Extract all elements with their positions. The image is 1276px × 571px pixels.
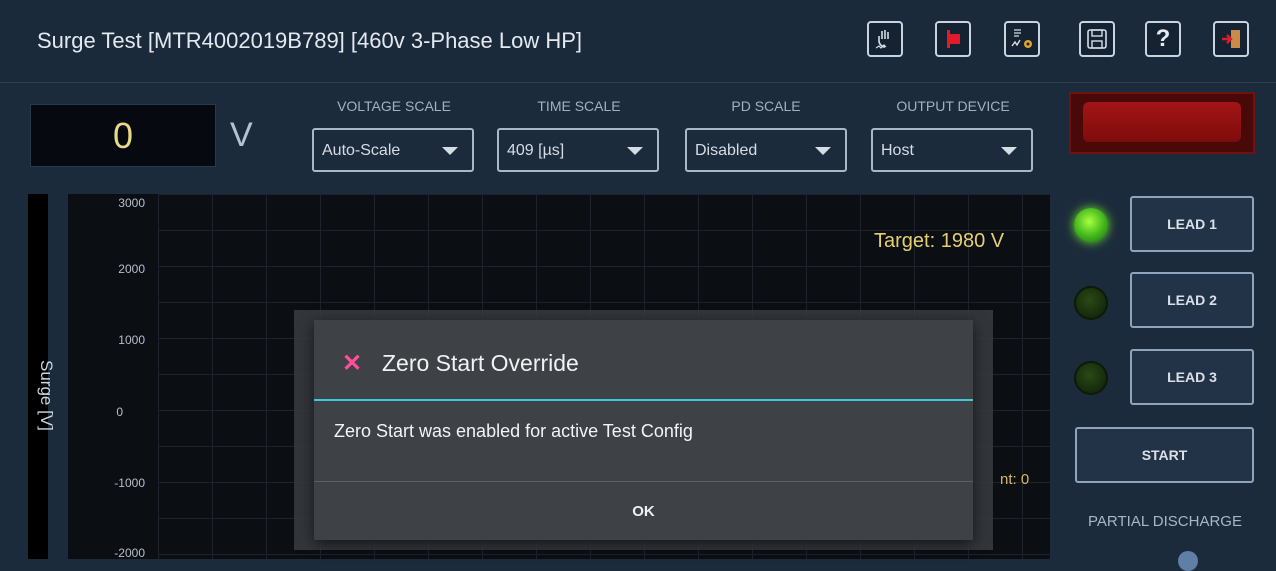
lead3-button[interactable]: LEAD 3 (1130, 349, 1254, 405)
time-scale-label: TIME SCALE (537, 98, 621, 114)
help-icon[interactable]: ? (1145, 21, 1181, 57)
lead1-status-led (1074, 208, 1108, 242)
pd-scale-value: Disabled (695, 142, 758, 159)
lead2-button[interactable]: LEAD 2 (1130, 272, 1254, 328)
y-tick: -2000 (114, 546, 145, 560)
alarm-indicator-light (1083, 102, 1241, 142)
voltage-unit: V (230, 116, 253, 154)
pd-scale-select[interactable]: Disabled (685, 128, 847, 172)
exit-icon[interactable] (1213, 21, 1249, 57)
y-tick: 1000 (118, 333, 145, 347)
output-device-value: Host (881, 142, 914, 159)
target-voltage-label: Target: 1980 V (874, 230, 1005, 252)
voltage-scale-select[interactable]: Auto-Scale (312, 128, 474, 172)
save-icon[interactable] (1079, 21, 1115, 57)
y-tick: 3000 (118, 196, 145, 210)
dialog-message: Zero Start was enabled for active Test C… (334, 421, 693, 441)
lead-marker-icon[interactable] (935, 21, 971, 57)
y-tick: -1000 (114, 476, 145, 490)
waveform-settings-icon[interactable] (1004, 21, 1040, 57)
voltage-scale-label: VOLTAGE SCALE (337, 98, 451, 114)
hand-waveform-icon[interactable] (867, 21, 903, 57)
page-title: Surge Test [MTR4002019B789] [460v 3-Phas… (37, 28, 583, 53)
output-device-select[interactable]: Host (871, 128, 1033, 172)
lead2-status-led (1074, 286, 1108, 320)
lead3-status-led (1074, 361, 1108, 395)
partial-discharge-toggle[interactable] (1178, 551, 1198, 571)
voltage-readout: 0 (30, 104, 216, 167)
title-bar: Surge Test [MTR4002019B789] [460v 3-Phas… (0, 0, 1276, 83)
start-button[interactable]: START (1075, 427, 1254, 483)
alarm-indicator-button[interactable] (1069, 92, 1255, 154)
output-device-label: OUTPUT DEVICE (896, 98, 1010, 114)
close-icon[interactable]: ✕ (342, 349, 362, 378)
ok-button[interactable]: OK (314, 482, 973, 540)
zero-start-dialog: ✕ Zero Start Override Zero Start was ena… (314, 320, 973, 540)
lead1-button[interactable]: LEAD 1 (1130, 196, 1254, 252)
pd-scale-label: PD SCALE (731, 98, 801, 114)
partial-discharge-label: PARTIAL DISCHARGE (1088, 513, 1242, 530)
y-axis-label: Surge [V] (37, 360, 56, 431)
count-label: nt: 0 (1000, 471, 1030, 488)
voltage-scale-value: Auto-Scale (322, 142, 401, 159)
dialog-title: Zero Start Override (382, 350, 579, 376)
time-scale-value: 409 [µs] (507, 142, 565, 159)
chevron-down-icon (815, 147, 831, 155)
dialog-divider (314, 399, 973, 401)
chevron-down-icon (627, 147, 643, 155)
time-scale-select[interactable]: 409 [µs] (497, 128, 659, 172)
y-tick: 0 (116, 405, 123, 419)
chevron-down-icon (442, 147, 458, 155)
chevron-down-icon (1001, 147, 1017, 155)
y-tick: 2000 (118, 262, 145, 276)
